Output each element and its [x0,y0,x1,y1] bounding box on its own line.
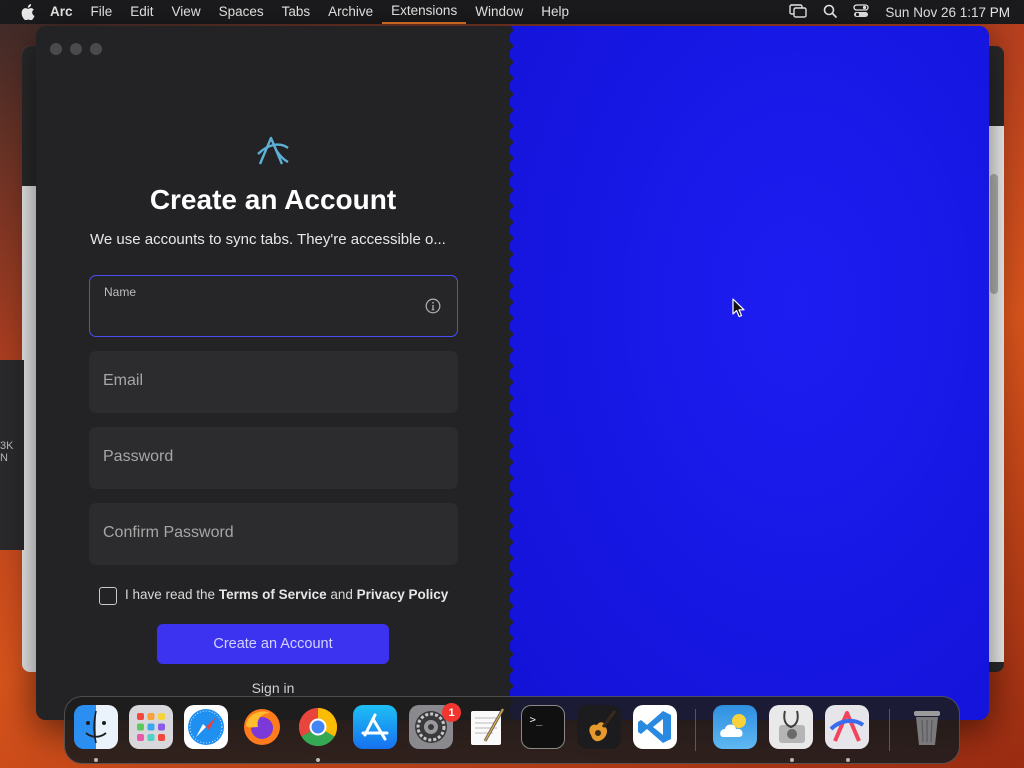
terms-middle: and [326,587,357,602]
svg-text:>_: >_ [530,714,543,726]
email-field[interactable]: Email [89,351,458,413]
minimize-button[interactable] [70,43,82,55]
disk-utility-running-indicator [790,758,794,762]
arc-window: Create an Account We use accounts to syn… [36,26,989,720]
menu-view[interactable]: View [163,0,210,24]
menu-edit[interactable]: Edit [121,0,162,24]
sign-in-link[interactable]: Sign in [36,680,510,696]
animated-blue-panel [506,26,989,720]
weather-icon[interactable] [713,705,757,749]
background-truncated-text: 3K N [0,440,14,464]
app-store-icon[interactable] [353,705,397,749]
trash-icon[interactable] [905,705,949,749]
confirm-password-placeholder: Confirm Password [103,524,234,541]
confirm-password-field[interactable]: Confirm Password [89,503,458,565]
menu-help[interactable]: Help [532,0,578,24]
terms-prefix: I have read the [125,587,219,602]
spotlight-search-icon[interactable] [823,4,838,21]
create-account-panel: Create an Account We use accounts to syn… [36,26,512,720]
arc-icon[interactable] [825,705,869,749]
firefox-icon[interactable] [240,705,284,749]
garageband-icon[interactable] [577,705,621,749]
apple-menu-icon[interactable] [16,0,40,24]
name-field-label: Name [104,285,137,299]
chrome-running-indicator [316,758,320,762]
launchpad-icon[interactable] [129,705,173,749]
name-field[interactable]: Name [89,275,458,337]
menu-file[interactable]: File [82,0,122,24]
dock: 1 >_ [64,696,960,764]
page-title: Create an Account [149,184,397,215]
password-field[interactable]: Password [89,427,458,489]
menu-bar: Arc File Edit View Spaces Tabs Archive E… [0,0,1024,24]
zoom-button[interactable] [90,43,102,55]
create-account-button[interactable]: Create an Account [157,624,389,664]
menubar-clock[interactable]: Sun Nov 26 1:17 PM [885,5,1010,20]
dock-separator [695,709,696,751]
email-placeholder: Email [103,372,144,389]
background-window-left-panel: 3K N [0,360,24,550]
textedit-icon[interactable] [465,705,509,749]
close-button[interactable] [50,43,62,55]
menu-extensions[interactable]: Extensions [382,0,467,24]
disk-utility-icon[interactable] [769,705,813,749]
safari-icon[interactable] [184,705,228,749]
vscode-icon[interactable] [633,705,677,749]
menu-window[interactable]: Window [466,0,532,24]
window-controls [50,43,102,55]
terms-label: I have read the Terms of Service and Pri… [125,587,448,602]
chrome-icon[interactable] [296,705,340,749]
page-subtitle: We use accounts to sync tabs. They're ac… [90,231,446,248]
password-placeholder: Password [103,448,174,465]
privacy-policy-link[interactable]: Privacy Policy [357,587,449,602]
screen-mirroring-icon[interactable] [789,3,808,21]
notification-badge: 1 [442,703,461,722]
terms-checkbox[interactable] [99,587,117,605]
finder-icon[interactable] [74,705,118,749]
mouse-cursor-icon [732,298,745,318]
menu-app-name[interactable]: Arc [40,0,82,24]
arc-running-indicator [846,758,850,762]
info-icon[interactable] [425,298,441,314]
dock-separator-trash [889,709,890,751]
menu-tabs[interactable]: Tabs [273,0,320,24]
arc-logo-icon [257,136,289,165]
control-center-icon[interactable] [853,3,870,21]
menu-archive[interactable]: Archive [319,0,382,24]
terms-of-service-link[interactable]: Terms of Service [219,587,327,602]
background-scrollbar[interactable] [990,174,998,294]
finder-running-indicator [94,758,98,762]
wavy-edge [506,26,513,720]
terminal-icon[interactable]: >_ [521,705,565,749]
menu-spaces[interactable]: Spaces [210,0,273,24]
